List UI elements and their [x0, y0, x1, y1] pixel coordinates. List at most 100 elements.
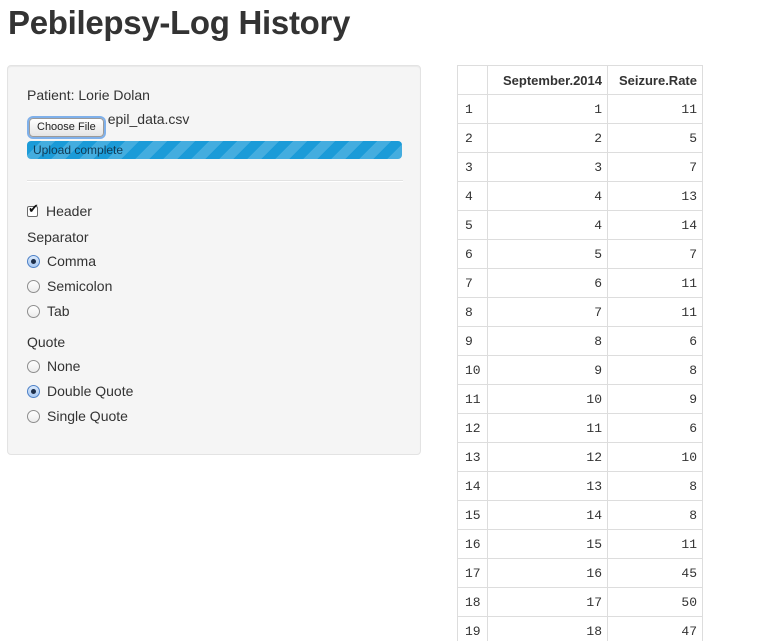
quote-single-radio[interactable]: [27, 409, 40, 423]
september-cell: 11: [487, 413, 608, 443]
seizure-rate-cell: 7: [607, 152, 703, 182]
table-body: 1 1 11 2 2 5 3 3 7 4 4 13 5 4 14 6 5 7 7 6 11 8 7 11 9 8 6 10 9 8 11 10…: [457, 94, 703, 641]
row-index-cell: 6: [457, 239, 488, 269]
separator-option-comma[interactable]: Comma: [27, 253, 96, 269]
seizure-rate-cell: 10: [607, 442, 703, 472]
seizure-rate-cell: 6: [607, 326, 703, 356]
column-header-seizure-rate: Seizure.Rate: [607, 65, 703, 95]
separator-semicolon-radio[interactable]: [27, 279, 40, 293]
check-icon: ✔: [28, 201, 39, 217]
seizure-rate-cell: 5: [607, 123, 703, 153]
september-cell: 13: [487, 471, 608, 501]
row-index-cell: 1: [457, 94, 488, 124]
row-index-cell: 4: [457, 181, 488, 211]
table-row: 10 9 8: [457, 355, 703, 385]
seizure-rate-cell: 14: [607, 210, 703, 240]
september-cell: 7: [487, 297, 608, 327]
quote-option-label: Double Quote: [47, 383, 134, 399]
table-row: 11 10 9: [457, 384, 703, 414]
september-cell: 4: [487, 210, 608, 240]
seizure-rate-cell: 13: [607, 181, 703, 211]
file-input: Choose File epil_data.csv: [27, 111, 189, 137]
table-row: 337: [457, 152, 703, 182]
table-row: 8 7 11: [457, 297, 703, 327]
separator-option-label: Semicolon: [47, 278, 113, 294]
quote-none-radio[interactable]: [27, 359, 40, 373]
header-checkbox-row[interactable]: ✔ Header: [27, 203, 92, 219]
table-row: 225: [457, 123, 703, 153]
row-index-cell: 2: [457, 123, 488, 153]
upload-progress-label: Upload complete: [33, 143, 124, 157]
september-cell: 5: [487, 239, 608, 269]
upload-progress-bar: Upload complete: [27, 141, 402, 159]
file-name: epil_data.csv: [107, 111, 190, 127]
september-cell: 4: [487, 181, 608, 211]
table-row: 18 17 50: [457, 587, 703, 617]
separator-option-label: Tab: [47, 303, 70, 319]
row-index-cell: 16: [457, 529, 488, 559]
separator-option-tab[interactable]: Tab: [27, 303, 70, 319]
september-cell: 15: [487, 529, 608, 559]
quote-label: Quote: [27, 334, 66, 350]
september-cell: 10: [487, 384, 608, 414]
sidebar-panel: Patient: Lorie Dolan Choose File epil_da…: [7, 65, 421, 455]
table-header-row: September.2014 Seizure.Rate: [457, 65, 703, 95]
separator-comma-radio[interactable]: [27, 254, 40, 268]
seizure-rate-cell: 8: [607, 355, 703, 385]
table-row: 986: [457, 326, 703, 356]
choose-file-button[interactable]: Choose File: [29, 118, 104, 137]
column-header-index: [457, 65, 488, 95]
seizure-rate-cell: 11: [607, 94, 703, 124]
september-cell: 8: [487, 326, 608, 356]
table-row: 12 11 6: [457, 413, 703, 443]
row-index-cell: 11: [457, 384, 488, 414]
data-table: September.2014 Seizure.Rate 1 1 11 2 2 5 3 3 7 4 4…: [457, 65, 703, 641]
separator-label: Separator: [27, 229, 89, 245]
seizure-rate-cell: 11: [607, 529, 703, 559]
september-cell: 17: [487, 587, 608, 617]
header-checkbox-label: Header: [46, 203, 92, 219]
table-row: 4 4 13: [457, 181, 703, 211]
seizure-rate-cell: 47: [607, 616, 703, 641]
patient-label: Patient: Lorie Dolan: [27, 87, 150, 103]
quote-option-double[interactable]: Double Quote: [27, 383, 133, 399]
september-cell: 16: [487, 558, 608, 588]
quote-option-none[interactable]: None: [27, 358, 80, 374]
september-cell: 3: [487, 152, 608, 182]
seizure-rate-cell: 45: [607, 558, 703, 588]
row-index-cell: 12: [457, 413, 488, 443]
seizure-rate-cell: 11: [607, 297, 703, 327]
row-index-cell: 14: [457, 471, 488, 501]
september-cell: 2: [487, 123, 608, 153]
row-index-cell: 5: [457, 210, 488, 240]
row-index-cell: 8: [457, 297, 488, 327]
september-cell: 6: [487, 268, 608, 298]
seizure-rate-cell: 9: [607, 384, 703, 414]
quote-option-label: None: [47, 358, 81, 374]
table-row: 16 15 11: [457, 529, 703, 559]
table-row: 5 4 14: [457, 210, 703, 240]
seizure-rate-cell: 8: [607, 500, 703, 530]
row-index-cell: 17: [457, 558, 488, 588]
seizure-rate-cell: 8: [607, 471, 703, 501]
table-row: 19 18 47: [457, 616, 703, 641]
separator-option-semicolon[interactable]: Semicolon: [27, 278, 112, 294]
row-index-cell: 19: [457, 616, 488, 641]
page: Pebilepsy-Log History Patient: Lorie Dol…: [0, 0, 773, 641]
september-cell: 14: [487, 500, 608, 530]
quote-option-single[interactable]: Single Quote: [27, 408, 128, 424]
seizure-rate-cell: 6: [607, 413, 703, 443]
separator-option-label: Comma: [47, 253, 97, 269]
september-cell: 9: [487, 355, 608, 385]
header-checkbox[interactable]: ✔: [27, 201, 39, 217]
separator-tab-radio[interactable]: [27, 304, 40, 318]
divider: [27, 180, 403, 182]
table-row: 17 16 45: [457, 558, 703, 588]
row-index-cell: 7: [457, 268, 488, 298]
page-title: Pebilepsy-Log History: [8, 4, 351, 41]
quote-double-radio[interactable]: [27, 384, 40, 398]
row-index-cell: 13: [457, 442, 488, 472]
row-index-cell: 10: [457, 355, 488, 385]
row-index-cell: 18: [457, 587, 488, 617]
row-index-cell: 15: [457, 500, 488, 530]
